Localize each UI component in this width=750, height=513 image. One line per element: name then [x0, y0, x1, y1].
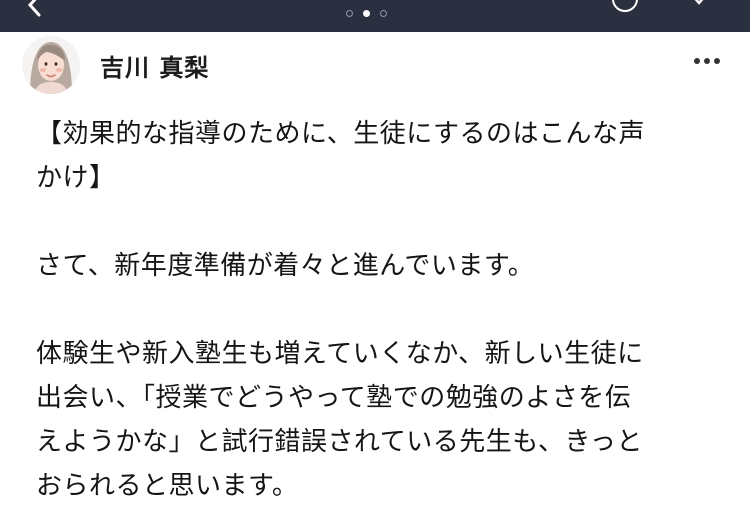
avatar[interactable] — [22, 36, 80, 94]
post-paragraph-2-line-1: 体験生や新入塾生も増えていくなか、新しい生徒に — [36, 339, 644, 369]
share-icon[interactable] — [690, 0, 708, 6]
post-title-line-1: 【効果的な指導のために、生徒にするのはこんな声 — [36, 119, 645, 149]
top-app-bar — [0, 0, 750, 32]
more-dot — [694, 58, 700, 64]
post-paragraph-2-line-2: 出会い、「授業でどうやって塾での勉強のよさを伝 — [36, 383, 632, 413]
post-paragraph-2-line-4: おられると思います。 — [36, 471, 299, 501]
author-name[interactable]: 吉川 真梨 — [100, 48, 209, 83]
page-dot — [380, 10, 387, 17]
more-dot — [704, 58, 710, 64]
page-indicator — [346, 10, 387, 17]
more-dot — [714, 58, 720, 64]
post-header: 吉川 真梨 — [0, 32, 750, 100]
more-horizontal-icon[interactable] — [694, 58, 720, 64]
post-title-line-2: かけ】 — [36, 163, 116, 193]
page-dot-active — [363, 10, 370, 17]
post-paragraph-2-line-3: えようかな」と試行錯誤されている先生も、きっと — [36, 427, 643, 457]
post-paragraph-1: さて、新年度準備が着々と進んでいます。 — [36, 251, 535, 281]
post-content: 【効果的な指導のために、生徒にするのはこんな声 かけ】 さて、新年度準備が着々と… — [36, 112, 716, 508]
chevron-left-icon[interactable] — [22, 0, 48, 18]
page-dot — [346, 10, 353, 17]
timer-icon[interactable] — [612, 0, 638, 12]
